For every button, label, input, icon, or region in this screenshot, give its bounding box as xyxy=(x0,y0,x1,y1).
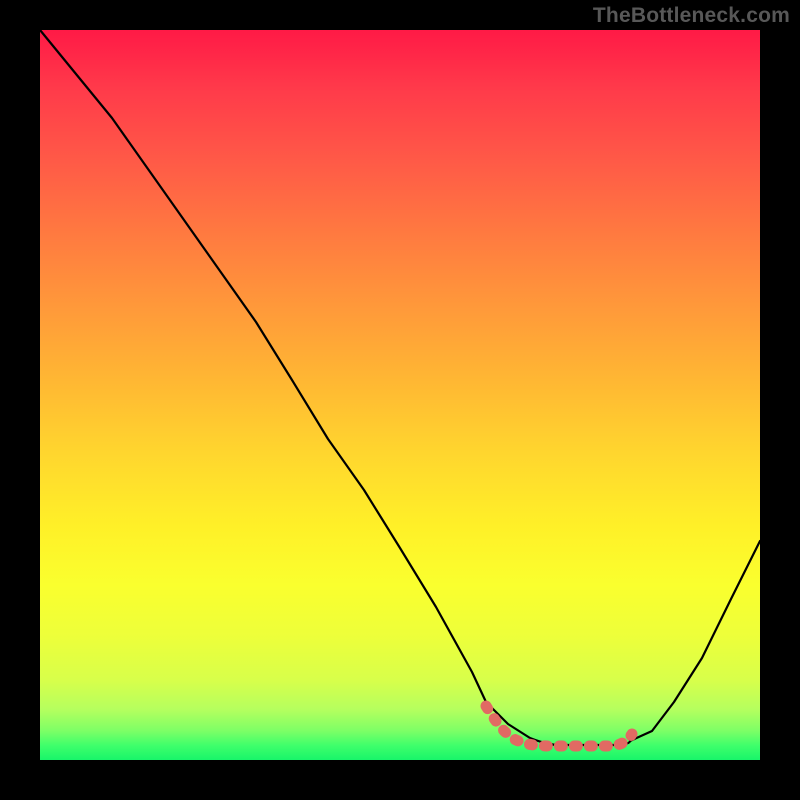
watermark-text: TheBottleneck.com xyxy=(593,4,790,28)
chart-frame: TheBottleneck.com xyxy=(0,0,800,800)
flat-region-marker xyxy=(486,706,632,746)
curve-path xyxy=(40,30,760,745)
bottleneck-curve xyxy=(40,30,760,760)
plot-area xyxy=(40,30,760,760)
